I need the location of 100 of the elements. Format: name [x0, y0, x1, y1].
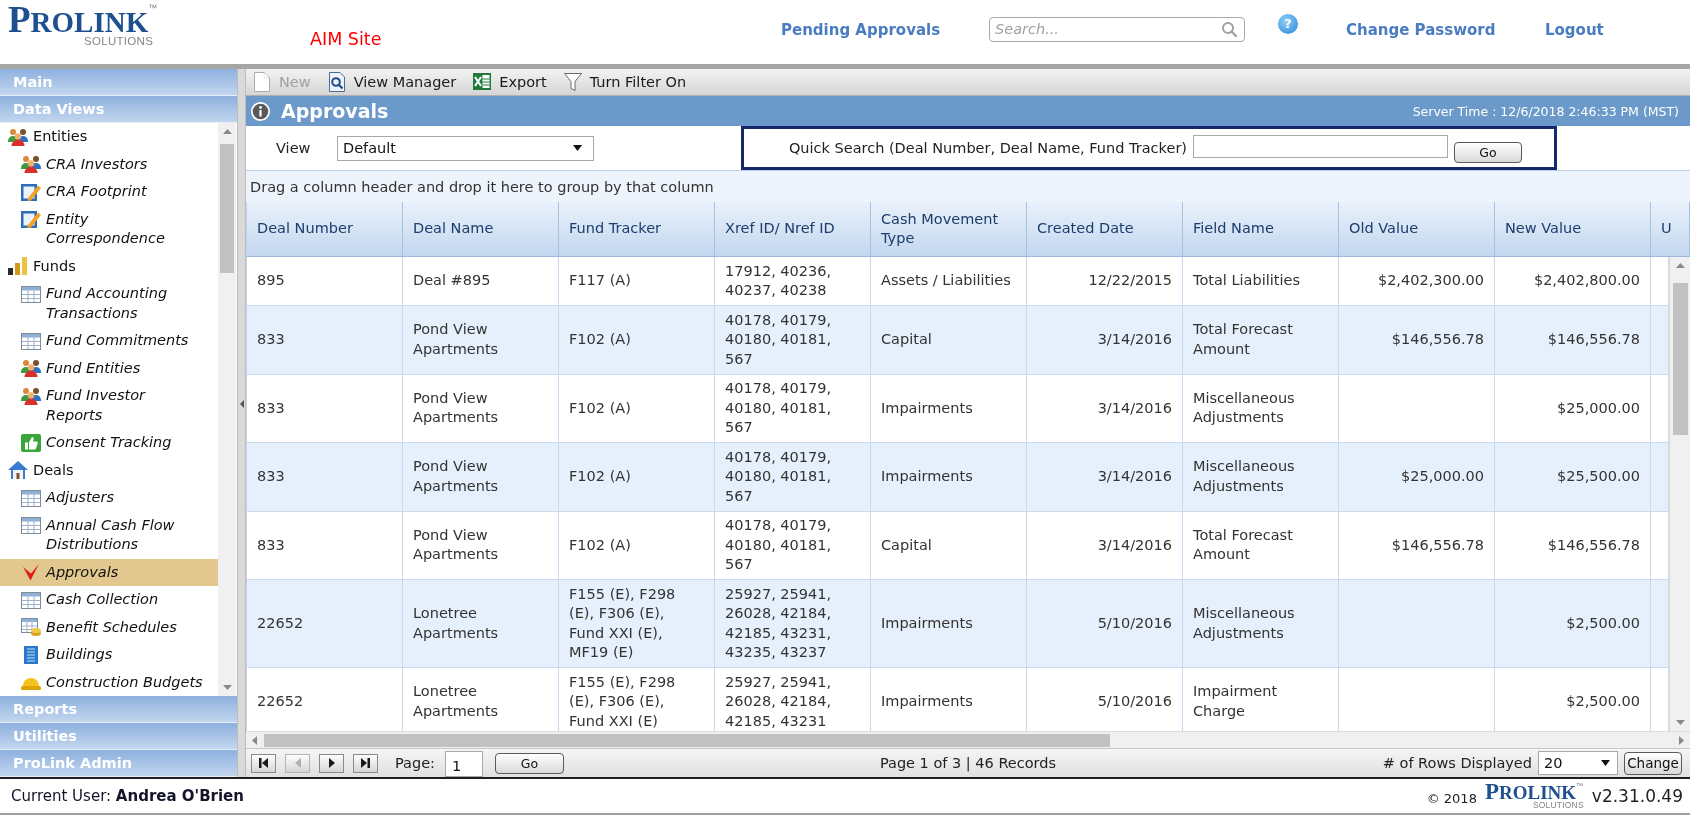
bar-chart-icon [8, 257, 28, 276]
header-link[interactable]: Change Password [1346, 21, 1496, 39]
last-page-icon [361, 758, 370, 768]
filter-button[interactable]: Turn Filter On [563, 72, 687, 92]
check-mark-icon [21, 563, 41, 582]
column-header[interactable]: Xref ID/ Nref ID [715, 202, 871, 256]
copyright: © 2018 [1426, 790, 1477, 806]
horizontal-scrollbar[interactable] [246, 731, 1690, 748]
app-version: v2.31.0.49 [1591, 786, 1683, 806]
caret-icon [573, 145, 582, 151]
scroll-up-icon [1675, 263, 1685, 268]
sidebar-group[interactable]: Deals [0, 456, 218, 484]
column-header[interactable]: Deal Number [247, 202, 403, 256]
table-cell: F102 (A) [559, 306, 715, 375]
view-dropdown[interactable]: Default [337, 135, 594, 161]
last-page-button[interactable] [353, 753, 378, 773]
pencil-note-icon [21, 182, 41, 201]
sidebar-item[interactable]: Fund Accounting Transactions [0, 280, 218, 327]
sidebar-item[interactable]: CRA Investors [0, 150, 218, 178]
table-cell: $146,556.78 [1495, 306, 1651, 375]
pencil-note-icon [21, 210, 41, 229]
page-input[interactable]: 1 [445, 751, 483, 777]
logo-tagline: SOLUTIONS [1532, 801, 1584, 810]
sidebar-item[interactable]: Consent Tracking [0, 429, 218, 457]
document-search-icon [327, 72, 346, 92]
column-header[interactable]: Field Name [1183, 202, 1339, 256]
table-icon [21, 590, 41, 609]
column-header[interactable]: Deal Name [403, 202, 559, 256]
document-icon [253, 72, 271, 92]
previous-page-icon [294, 758, 301, 768]
sidebar-item[interactable]: Buildings [0, 641, 218, 669]
scroll-up-icon [222, 129, 232, 134]
table-cell: $146,556.78 [1339, 306, 1495, 375]
column-header[interactable]: U [1651, 202, 1690, 256]
quick-search-input[interactable] [1193, 134, 1448, 158]
vertical-scrollbar[interactable] [218, 123, 236, 696]
next-page-button[interactable] [319, 753, 344, 773]
sidebar-item[interactable]: Fund Entities [0, 354, 218, 382]
table-cell: 833 [247, 443, 403, 512]
table-cell: 40178, 40179, 40180, 40181, 567 [715, 443, 871, 512]
export-button[interactable]: Export [473, 72, 547, 92]
table-cell: F102 (A) [559, 443, 715, 512]
table-cell: Total Forecast Amount [1183, 306, 1339, 375]
sidebar-group[interactable]: Funds [0, 252, 218, 280]
building-icon [21, 645, 41, 664]
site-name: AIM Site [310, 29, 382, 49]
search-field[interactable]: Search... [989, 16, 1245, 42]
view-manager-button[interactable]: View Manager [327, 72, 457, 92]
vertical-scrollbar[interactable] [1669, 257, 1690, 731]
scroll-down-icon [1675, 720, 1685, 725]
rows-displayed-label: # of Rows Displayed [1382, 755, 1532, 771]
sidebar-item[interactable]: Fund Commitments [0, 327, 218, 355]
sidebar-item[interactable]: Benefit Schedules [0, 613, 218, 641]
sidebar-item[interactable]: Annual Cash Flow Distributions [0, 511, 218, 559]
logo-wordmark: PROLINK$^{™}$ [8, 4, 158, 38]
table-cell: 833 [247, 306, 403, 375]
scrollbar-thumb[interactable] [264, 733, 1110, 747]
table-icon [21, 516, 41, 535]
view-label: View [276, 140, 312, 156]
rows-dropdown[interactable]: 20 [1538, 751, 1618, 775]
pane-splitter[interactable] [237, 69, 246, 777]
people-icon [21, 359, 41, 378]
header-link[interactable]: Pending Approvals [781, 21, 941, 39]
sidebar-item[interactable]: Fund Investor Reports [0, 382, 218, 429]
sidebar-item[interactable]: Approvals [0, 558, 218, 586]
first-page-button[interactable] [251, 753, 276, 773]
page-label: Page: [395, 755, 435, 771]
sidebar-item[interactable]: Adjusters [0, 484, 218, 512]
table-cell: 3/14/2016 [1027, 306, 1183, 375]
current-user: Current User: Andrea O'Brien [11, 787, 244, 805]
column-header[interactable]: Fund Tracker [559, 202, 715, 256]
column-header[interactable]: Created Date [1027, 202, 1183, 256]
scrollbar-thumb[interactable] [220, 144, 234, 273]
table-cell: Capital [871, 306, 1027, 375]
scroll-left-icon [252, 735, 257, 745]
table-icon [21, 488, 41, 507]
sidebar-group[interactable]: Entities [0, 123, 218, 151]
search-icon [1222, 21, 1237, 37]
table-coins-icon [21, 618, 41, 637]
scroll-down-icon [222, 685, 232, 690]
sidebar-item[interactable]: Construction Budgets [0, 668, 218, 696]
column-header[interactable]: Cash Movement Type [871, 202, 1027, 256]
change-button[interactable]: Change [1624, 751, 1682, 775]
sidebar-item[interactable]: Entity Correspondence [0, 205, 218, 253]
collapse-arrow-icon [239, 400, 244, 408]
spreadsheet-icon [473, 72, 492, 92]
scrollbar-thumb[interactable] [1672, 283, 1688, 435]
table-cell: Impairments [871, 443, 1027, 512]
table-icon [21, 284, 41, 303]
header-link[interactable]: Logout [1545, 21, 1604, 39]
info-icon [251, 101, 270, 121]
go-button[interactable]: Go [495, 752, 564, 774]
thumbs-up-icon [21, 433, 41, 452]
next-page-icon [328, 758, 335, 768]
sidebar-item[interactable]: Cash Collection [0, 586, 218, 614]
column-header[interactable]: New Value [1495, 202, 1651, 256]
go-button[interactable]: Go [1454, 141, 1522, 163]
sidebar-item[interactable]: CRA Footprint [0, 178, 218, 206]
table-cell: 40178, 40179, 40180, 40181, 567 [715, 306, 871, 375]
column-header[interactable]: Old Value [1339, 202, 1495, 256]
